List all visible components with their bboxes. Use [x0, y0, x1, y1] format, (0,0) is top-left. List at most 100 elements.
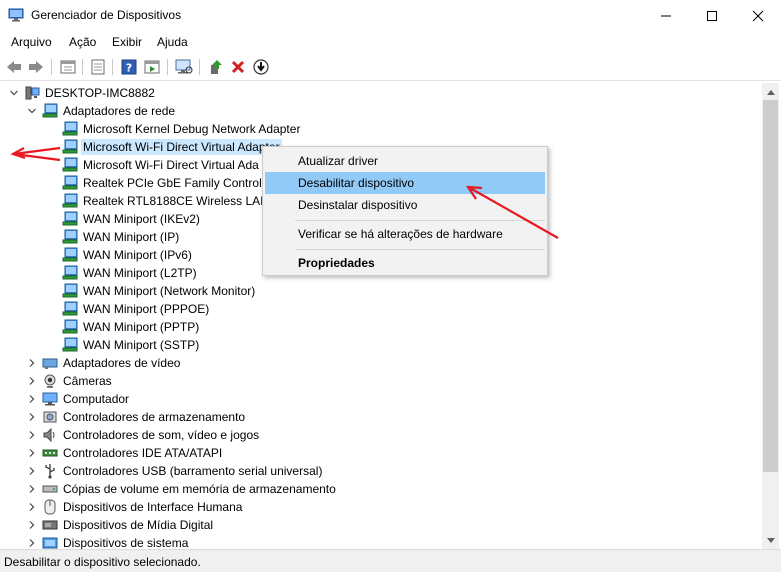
network-adapter-item[interactable]: WAN Miniport (IKEv2): [62, 210, 202, 228]
network-adapter-label: Realtek RTL8188CE Wireless LAN 8: [83, 194, 279, 208]
category-label: Dispositivos de Mídia Digital: [63, 518, 214, 532]
expand-chevron-icon[interactable]: [26, 429, 38, 441]
network-adapter-item[interactable]: WAN Miniport (IP): [62, 228, 181, 246]
network-adapter-icon: [62, 193, 78, 209]
network-adapter-label: WAN Miniport (IPv6): [83, 248, 192, 262]
expand-chevron-icon[interactable]: [26, 447, 38, 459]
expand-chevron-icon[interactable]: [26, 465, 38, 477]
network-adapter-icon: [42, 103, 58, 119]
network-adapter-item[interactable]: Microsoft Kernel Debug Network Adapter: [62, 120, 302, 138]
scrollbar-thumb[interactable]: [763, 100, 778, 472]
category-item[interactable]: Cópias de volume em memória de armazenam…: [26, 480, 338, 498]
menu-item-scan-hardware[interactable]: Verificar se há alterações de hardware: [265, 223, 545, 245]
network-adapter-item[interactable]: WAN Miniport (L2TP): [62, 264, 199, 282]
category-item[interactable]: Controladores USB (barramento serial uni…: [26, 462, 324, 480]
expand-chevron-icon[interactable]: [26, 375, 38, 387]
network-adapter-label: Microsoft Wi-Fi Direct Virtual Adapter: [81, 139, 282, 155]
context-menu: Atualizar driver Desabilitar dispositivo…: [262, 146, 548, 276]
expand-chevron-icon[interactable]: [26, 411, 38, 423]
expand-chevron-icon[interactable]: [26, 483, 38, 495]
menu-arquivo[interactable]: Arquivo: [11, 35, 52, 49]
category-item[interactable]: Dispositivos de sistema: [26, 534, 190, 549]
toolbar-separator: [51, 59, 52, 75]
network-adapter-icon: [62, 337, 78, 353]
speaker-icon: [42, 427, 58, 443]
collapse-chevron-icon[interactable]: [26, 105, 38, 117]
network-adapter-icon: [62, 247, 78, 263]
properties-window-icon: [60, 60, 76, 74]
expand-chevron-icon[interactable]: [26, 393, 38, 405]
tree-root[interactable]: DESKTOP-IMC8882: [8, 84, 157, 102]
menu-separator: [295, 249, 545, 250]
document-list-icon: [91, 59, 105, 75]
expand-chevron-icon[interactable]: [26, 501, 38, 513]
menu-ajuda[interactable]: Ajuda: [157, 35, 188, 49]
scan-hardware-button[interactable]: [174, 57, 194, 77]
display-adapter-icon: [42, 355, 58, 371]
network-adapter-item[interactable]: Microsoft Wi-Fi Direct Virtual Adapter: [62, 138, 282, 156]
close-button[interactable]: [735, 0, 781, 31]
update-driver-button[interactable]: [206, 57, 226, 77]
toolbar-separator: [167, 59, 168, 75]
menu-item-disable-device[interactable]: Desabilitar dispositivo: [265, 172, 545, 194]
expand-chevron-icon[interactable]: [26, 519, 38, 531]
svg-text:?: ?: [126, 62, 132, 75]
network-adapter-item[interactable]: WAN Miniport (PPTP): [62, 318, 201, 336]
category-item[interactable]: Dispositivos de Mídia Digital: [26, 516, 215, 534]
minimize-icon: [661, 15, 671, 16]
network-adapter-item[interactable]: WAN Miniport (IPv6): [62, 246, 194, 264]
uninstall-button[interactable]: [228, 57, 248, 77]
system-device-icon: [42, 535, 58, 549]
action-view-button[interactable]: [142, 57, 162, 77]
menu-bar: Arquivo Ação Exibir Ajuda: [0, 32, 781, 52]
forward-arrow-icon: [29, 61, 43, 73]
toolbar: ?: [0, 53, 781, 81]
category-item[interactable]: Câmeras: [26, 372, 114, 390]
scroll-down-icon[interactable]: [762, 532, 779, 549]
expand-chevron-icon[interactable]: [26, 357, 38, 369]
disable-device-button[interactable]: [251, 57, 271, 77]
category-label: Cópias de volume em memória de armazenam…: [63, 482, 336, 496]
network-adapter-item[interactable]: WAN Miniport (Network Monitor): [62, 282, 257, 300]
expand-chevron-icon[interactable]: [26, 537, 38, 549]
category-network-adapters[interactable]: Adaptadores de rede: [26, 102, 177, 120]
network-adapter-icon: [62, 139, 78, 155]
menu-item-properties[interactable]: Propriedades: [265, 252, 545, 274]
category-item[interactable]: Dispositivos de Interface Humana: [26, 498, 244, 516]
network-adapter-item[interactable]: WAN Miniport (PPPOE): [62, 300, 211, 318]
network-adapter-item[interactable]: WAN Miniport (SSTP): [62, 336, 201, 354]
digital-media-icon: [42, 517, 58, 533]
category-label: Controladores de som, vídeo e jogos: [63, 428, 260, 442]
red-x-icon: [231, 60, 245, 74]
back-button[interactable]: [4, 57, 24, 77]
network-adapter-label: WAN Miniport (PPTP): [83, 320, 200, 334]
vertical-scrollbar[interactable]: [762, 83, 779, 549]
category-label: Adaptadores de vídeo: [63, 356, 181, 370]
category-item[interactable]: Controladores de som, vídeo e jogos: [26, 426, 261, 444]
menu-item-uninstall-device[interactable]: Desinstalar dispositivo: [265, 194, 545, 216]
network-adapter-item[interactable]: Realtek RTL8188CE Wireless LAN 8: [62, 192, 281, 210]
network-adapter-label: Realtek PCIe GbE Family Controlle: [83, 176, 272, 190]
minimize-button[interactable]: [643, 0, 689, 31]
category-item[interactable]: Adaptadores de vídeo: [26, 354, 182, 372]
menu-item-update-driver[interactable]: Atualizar driver: [265, 150, 545, 172]
menu-acao[interactable]: Ação: [69, 35, 96, 49]
network-adapter-label: Microsoft Wi-Fi Direct Virtual Ada: [83, 158, 259, 172]
properties-view-button[interactable]: [58, 57, 78, 77]
forward-button[interactable]: [26, 57, 46, 77]
list-view-button[interactable]: [88, 57, 108, 77]
maximize-button[interactable]: [689, 0, 735, 31]
menu-exibir[interactable]: Exibir: [112, 35, 142, 49]
close-icon: [752, 10, 764, 21]
category-item[interactable]: Controladores IDE ATA/ATAPI: [26, 444, 224, 462]
category-item[interactable]: Controladores de armazenamento: [26, 408, 247, 426]
network-adapter-item[interactable]: Microsoft Wi-Fi Direct Virtual Ada: [62, 156, 261, 174]
volume-shadow-icon: [42, 481, 58, 497]
network-adapter-label: WAN Miniport (IP): [83, 230, 180, 244]
collapse-chevron-icon[interactable]: [8, 87, 20, 99]
help-button[interactable]: ?: [119, 57, 139, 77]
status-bar: Desabilitar o dispositivo selecionado.: [0, 549, 781, 572]
category-item[interactable]: Computador: [26, 390, 131, 408]
network-adapter-item[interactable]: Realtek PCIe GbE Family Controlle: [62, 174, 273, 192]
scroll-up-icon[interactable]: [762, 83, 779, 100]
